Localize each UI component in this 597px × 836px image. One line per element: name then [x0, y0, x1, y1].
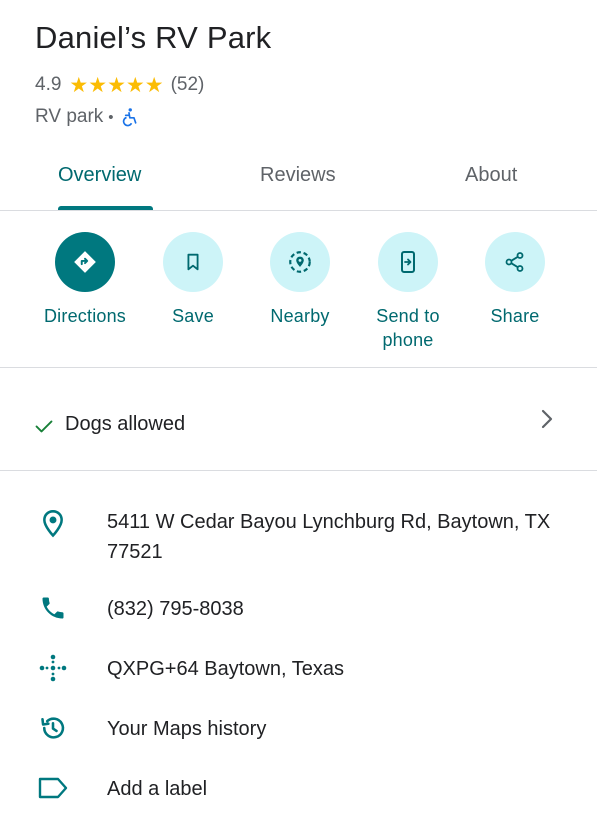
history-icon [37, 712, 69, 744]
chevron-right-icon [538, 408, 556, 435]
attribute-label: Dogs allowed [65, 413, 186, 435]
save-label: Save [172, 306, 214, 326]
send-to-phone-icon [378, 232, 438, 292]
phone-text: (832) 795-8038 [107, 598, 244, 620]
send-to-phone-button[interactable]: Send to phone [348, 232, 468, 352]
active-tab-indicator [58, 206, 153, 210]
plus-code-icon [37, 652, 69, 684]
nearby-icon [270, 232, 330, 292]
wheelchair-icon[interactable] [119, 107, 139, 127]
action-bar: Directions Save Nearby Send to phone Sha… [0, 211, 597, 368]
directions-icon [55, 232, 115, 292]
bookmark-icon [163, 232, 223, 292]
plus-code-text: QXPG+64 Baytown, Texas [107, 658, 344, 680]
rating-row: 4.9 ★★★★★ (52) [35, 74, 204, 96]
address-row[interactable]: 5411 W Cedar Bayou Lynchburg Rd, Baytown… [0, 505, 597, 575]
tab-about[interactable]: About [465, 164, 517, 187]
nearby-button[interactable]: Nearby [240, 232, 360, 328]
share-label: Share [490, 306, 540, 326]
review-count-link[interactable]: (52) [171, 74, 205, 96]
share-button[interactable]: Share [455, 232, 575, 328]
plus-code-row[interactable]: QXPG+64 Baytown, Texas [0, 652, 597, 688]
maps-history-row[interactable]: Your Maps history [0, 712, 597, 748]
directions-button[interactable]: Directions [25, 232, 145, 328]
tab-bar: Overview Reviews About [0, 150, 597, 211]
check-icon [34, 416, 54, 441]
tab-overview[interactable]: Overview [58, 164, 141, 187]
rating-stars: ★★★★★ [69, 73, 164, 97]
save-button[interactable]: Save [133, 232, 253, 328]
location-pin-icon [37, 508, 69, 540]
category-row: RV park • [35, 106, 139, 128]
category-label[interactable]: RV park [35, 106, 103, 128]
add-label-text: Add a label [107, 778, 208, 800]
place-title: Daniel’s RV Park [35, 20, 272, 55]
directions-label: Directions [43, 306, 127, 326]
separator-dot: • [108, 108, 114, 126]
add-label-row[interactable]: Add a label [0, 772, 597, 808]
attribute-row-dogs-allowed[interactable]: Dogs allowed [0, 368, 597, 471]
tab-reviews[interactable]: Reviews [260, 164, 336, 187]
send-to-phone-label: Send to phone [376, 306, 440, 350]
share-icon [485, 232, 545, 292]
phone-icon [37, 592, 69, 624]
maps-history-text: Your Maps history [107, 718, 267, 740]
label-icon [37, 772, 69, 804]
rating-value: 4.9 [35, 74, 62, 95]
nearby-label: Nearby [270, 306, 330, 326]
phone-row[interactable]: (832) 795-8038 [0, 592, 597, 628]
address-text: 5411 W Cedar Bayou Lynchburg Rd, Baytown… [107, 511, 551, 563]
